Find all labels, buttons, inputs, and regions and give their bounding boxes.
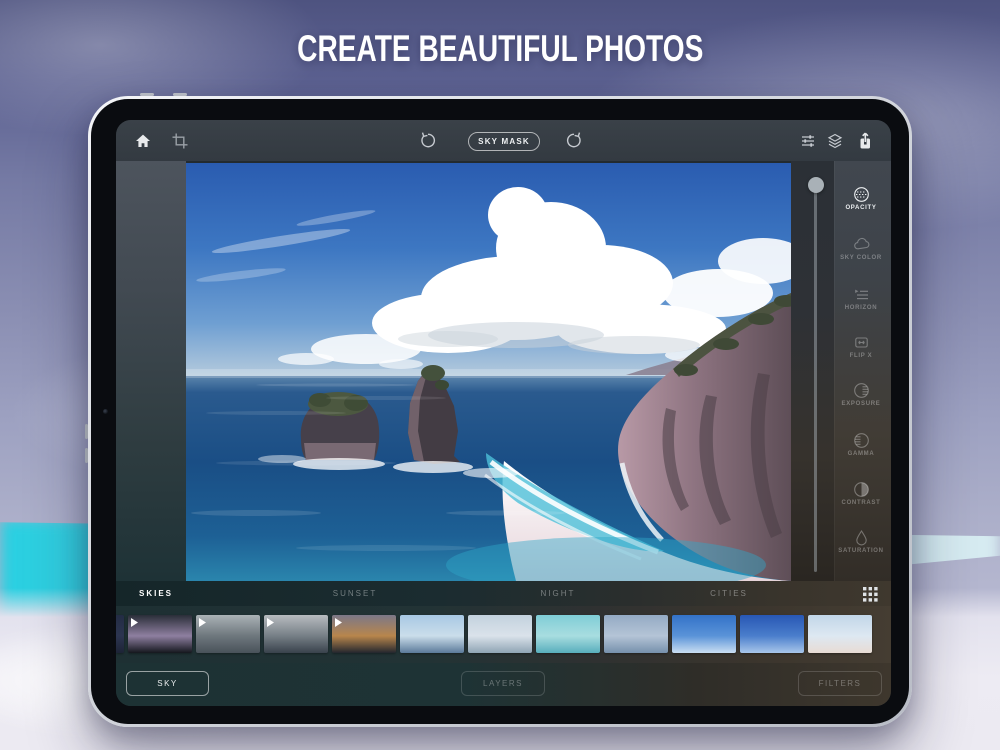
sky-thumbnail-strip bbox=[116, 606, 891, 663]
app-screen: SKY MASK bbox=[116, 120, 891, 706]
volume-up-button bbox=[140, 93, 154, 96]
tool-label: GAMMA bbox=[831, 451, 891, 457]
export-share-button[interactable] bbox=[857, 120, 874, 161]
category-tabbar: SKIES SUNSET NIGHT CITIES bbox=[116, 581, 891, 606]
tab-cities[interactable]: CITIES bbox=[710, 581, 748, 606]
tool-contrast[interactable]: CONTRAST bbox=[831, 481, 891, 506]
saturation-icon bbox=[831, 529, 891, 546]
canvas-left-margin bbox=[116, 161, 186, 581]
adjustments-icon[interactable] bbox=[800, 120, 816, 161]
sky-thumbnail-storm-edge-partial[interactable] bbox=[116, 615, 124, 653]
front-camera bbox=[103, 409, 108, 414]
layers-icon[interactable] bbox=[827, 120, 843, 161]
tool-label: FLIP X bbox=[831, 353, 891, 359]
flip-x-icon bbox=[831, 334, 891, 351]
tool-label: EXPOSURE bbox=[831, 401, 891, 407]
tool-opacity[interactable]: OPACITY bbox=[831, 186, 891, 211]
bottom-toolbar: SKY LAYERS FILTERS bbox=[116, 663, 891, 706]
premium-badge-icon bbox=[199, 618, 206, 627]
sky-thumbnail-rainbow-sky[interactable] bbox=[808, 615, 872, 653]
crop-button[interactable] bbox=[172, 120, 188, 161]
layers-mode-button[interactable]: LAYERS bbox=[461, 671, 545, 696]
tool-flip-x[interactable]: FLIP X bbox=[831, 334, 891, 359]
sky-thumbnail-teal-clouds[interactable] bbox=[536, 615, 600, 653]
sky-thumbnail-supercell-storm[interactable] bbox=[264, 615, 328, 653]
ipad-device-frame: SKY MASK bbox=[88, 96, 912, 727]
contrast-icon bbox=[831, 481, 891, 498]
tab-sunset[interactable]: SUNSET bbox=[333, 581, 377, 606]
tool-label: SKY COLOR bbox=[831, 255, 891, 261]
top-toolbar: SKY MASK bbox=[116, 120, 891, 161]
sky-thumbnail-sunset-storm[interactable] bbox=[332, 615, 396, 653]
tool-label: HORIZON bbox=[831, 305, 891, 311]
sky-mode-button[interactable]: SKY bbox=[126, 671, 209, 696]
gamma-icon bbox=[831, 432, 891, 449]
exposure-icon bbox=[831, 382, 891, 399]
sky-thumbnail-blue-sky-mountains[interactable] bbox=[400, 615, 464, 653]
tool-label: OPACITY bbox=[831, 205, 891, 211]
opacity-slider-track[interactable] bbox=[814, 185, 817, 572]
tool-label: CONTRAST bbox=[831, 500, 891, 506]
horizon-icon bbox=[831, 286, 891, 303]
side-button bbox=[85, 424, 88, 439]
home-button[interactable] bbox=[135, 120, 152, 161]
redo-button[interactable] bbox=[565, 120, 584, 161]
tool-exposure[interactable]: EXPOSURE bbox=[831, 382, 891, 407]
sky-thumbnail-blue-cumulus[interactable] bbox=[672, 615, 736, 653]
tool-label: SATURATION bbox=[831, 548, 891, 554]
side-button bbox=[85, 448, 88, 463]
sky-mask-button[interactable]: SKY MASK bbox=[468, 132, 540, 151]
tool-sky-color[interactable]: SKY COLOR bbox=[831, 236, 891, 261]
premium-badge-icon bbox=[267, 618, 274, 627]
undo-button[interactable] bbox=[419, 120, 438, 161]
opacity-icon bbox=[831, 186, 891, 203]
grid-view-button[interactable] bbox=[862, 586, 878, 602]
opacity-slider-knob[interactable] bbox=[808, 177, 824, 193]
tool-gamma[interactable]: GAMMA bbox=[831, 432, 891, 457]
tools-sidebar bbox=[834, 161, 891, 581]
sky-thumbnail-pale-mountain-sky[interactable] bbox=[468, 615, 532, 653]
premium-badge-icon bbox=[131, 618, 138, 627]
tab-night[interactable]: NIGHT bbox=[541, 581, 576, 606]
sky-thumbnail-lightning-storm[interactable] bbox=[128, 615, 192, 653]
cloud-icon bbox=[831, 236, 891, 253]
tool-saturation[interactable]: SATURATION bbox=[831, 529, 891, 554]
sky-thumbnail-hazy-blue-clouds[interactable] bbox=[604, 615, 668, 653]
tab-skies[interactable]: SKIES bbox=[139, 581, 173, 606]
sky-thumbnail-gray-storm-swirl[interactable] bbox=[196, 615, 260, 653]
page-title: CREATE BEAUTIFUL PHOTOS bbox=[0, 28, 1000, 70]
ipad-bezel: SKY MASK bbox=[91, 99, 909, 724]
premium-badge-icon bbox=[335, 618, 342, 627]
sky-thumbnail-deep-blue-cloud[interactable] bbox=[740, 615, 804, 653]
tool-horizon[interactable]: HORIZON bbox=[831, 286, 891, 311]
photo-canvas[interactable] bbox=[186, 163, 791, 581]
volume-down-button bbox=[173, 93, 187, 96]
filters-mode-button[interactable]: FILTERS bbox=[798, 671, 882, 696]
